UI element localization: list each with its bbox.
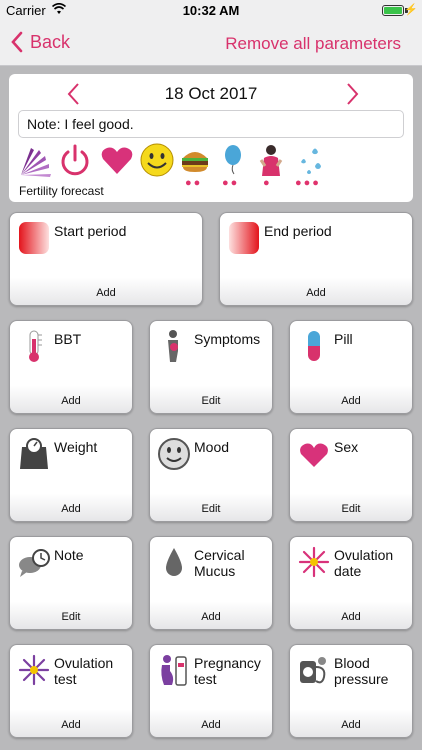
sex-edit: Edit (341, 503, 361, 515)
cervical-mucus-label: Cervical Mucus (194, 547, 245, 579)
end-period-label: End period (264, 223, 332, 239)
symptoms-icon (168, 330, 178, 362)
pill-label: Pill (334, 331, 353, 347)
food-dots: ●● (185, 177, 203, 189)
ovulation-test-tile[interactable]: Ovulation test Add (9, 644, 133, 738)
period-end-icon (229, 222, 259, 254)
charging-icon: ⚡ (404, 4, 418, 16)
thermometer-icon (29, 330, 42, 362)
blood-pressure-tile[interactable]: Blood pressure Add (289, 644, 413, 738)
cervical-mucus-label-line1: Cervical (194, 547, 245, 563)
symptoms-tile[interactable]: Symptoms Edit (149, 320, 273, 414)
woman-symptom-icon (259, 145, 283, 176)
ovulation-test-label: Ovulation test (54, 655, 113, 687)
symptoms-label: Symptoms (194, 331, 261, 347)
bbt-tile[interactable]: BBT Add (9, 320, 133, 414)
cervical-mucus-label-line2: Mucus (194, 563, 236, 579)
burger-icon (182, 152, 208, 172)
ovulation-date-label-line2: date (334, 563, 362, 579)
symptoms-edit: Edit (201, 395, 221, 407)
nav-bar: Back Remove all parameters (0, 22, 422, 66)
sex-label: Sex (334, 439, 359, 455)
fertility-fan-icon (21, 148, 51, 177)
drops-dots: ●●● (295, 177, 321, 189)
back-button[interactable]: Back (10, 31, 70, 53)
smiley-icon (140, 143, 174, 177)
balloon-icon (225, 145, 241, 175)
pill-add: Add (341, 395, 361, 407)
next-date-button[interactable] (345, 82, 361, 106)
back-label: Back (30, 31, 71, 52)
period-start-icon (19, 222, 49, 254)
day-summary-icons: ●● ●● ● ●●● (17, 142, 337, 189)
blood-pressure-label: Blood pressure (334, 655, 388, 687)
symptom-dots: ● (263, 177, 272, 189)
chevron-left-icon (11, 31, 23, 53)
date-card: 18 Oct 2017 Note: I feel good. ●● ●● ● ●… (9, 74, 413, 202)
blood-pressure-add: Add (341, 719, 361, 731)
ovulation-date-label: Ovulation date (334, 547, 393, 579)
scale-icon (20, 438, 48, 469)
pregnancy-test-label: Pregnancy test (194, 655, 261, 687)
pill-icon (308, 331, 320, 361)
heart-icon (101, 147, 133, 174)
fertility-forecast-label: Fertility forecast (19, 184, 104, 198)
blood-pressure-label-line2: pressure (334, 671, 389, 687)
start-period-tile[interactable]: Start period Add (9, 212, 203, 306)
remove-all-parameters-button[interactable]: Remove all parameters (225, 34, 401, 54)
ovulation-flower-icon (298, 546, 330, 578)
bbt-label: BBT (54, 331, 82, 347)
cervical-mucus-add: Add (201, 611, 221, 623)
note-tile[interactable]: Note Edit (9, 536, 133, 630)
weight-add: Add (61, 503, 81, 515)
drops-icon (301, 148, 321, 174)
mood-tile[interactable]: Mood Edit (149, 428, 273, 522)
sex-tile[interactable]: Sex Edit (289, 428, 413, 522)
note-label: Note (54, 547, 84, 563)
blood-pressure-label-line1: Blood (334, 655, 370, 671)
drop-icon (166, 548, 182, 576)
ovulation-date-tile[interactable]: Ovulation date Add (289, 536, 413, 630)
cervical-mucus-tile[interactable]: Cervical Mucus Add (149, 536, 273, 630)
sex-heart-icon (300, 443, 328, 467)
pregnancy-test-icon (161, 655, 187, 686)
balloon-dots: ●● (222, 177, 240, 189)
note-field[interactable]: Note: I feel good. (18, 110, 404, 138)
weight-label: Weight (54, 439, 98, 455)
clock: 10:32 AM (182, 3, 240, 18)
end-period-add: Add (306, 287, 326, 299)
mood-label: Mood (194, 439, 230, 455)
battery-icon (382, 5, 404, 16)
ovulation-test-label-line1: Ovulation (54, 655, 114, 671)
end-period-tile[interactable]: End period Add (219, 212, 413, 306)
pill-tile[interactable]: Pill Add (289, 320, 413, 414)
pregnancy-test-label-line2: test (194, 671, 217, 687)
ovulation-test-add: Add (61, 719, 81, 731)
bbt-add: Add (61, 395, 81, 407)
start-period-label: Start period (54, 223, 127, 239)
ovulation-test-label-line2: test (54, 671, 77, 687)
ovulation-date-label-line1: Ovulation (334, 547, 394, 563)
note-edit: Edit (61, 611, 81, 623)
mood-edit: Edit (201, 503, 221, 515)
pregnancy-test-tile[interactable]: Pregnancy test Add (149, 644, 273, 738)
weight-tile[interactable]: Weight Add (9, 428, 133, 522)
ovulation-test-flower-icon (18, 654, 50, 686)
pregnancy-test-add: Add (201, 719, 221, 731)
mood-smiley-icon (158, 438, 190, 470)
pregnancy-test-label-line1: Pregnancy (194, 655, 261, 671)
note-clock-icon (19, 549, 50, 577)
ovulation-date-add: Add (341, 611, 361, 623)
start-period-add: Add (96, 287, 116, 299)
power-icon (61, 144, 89, 176)
status-bar: Carrier 10:32 AM ⚡ (0, 0, 422, 22)
blood-pressure-icon (300, 657, 326, 684)
